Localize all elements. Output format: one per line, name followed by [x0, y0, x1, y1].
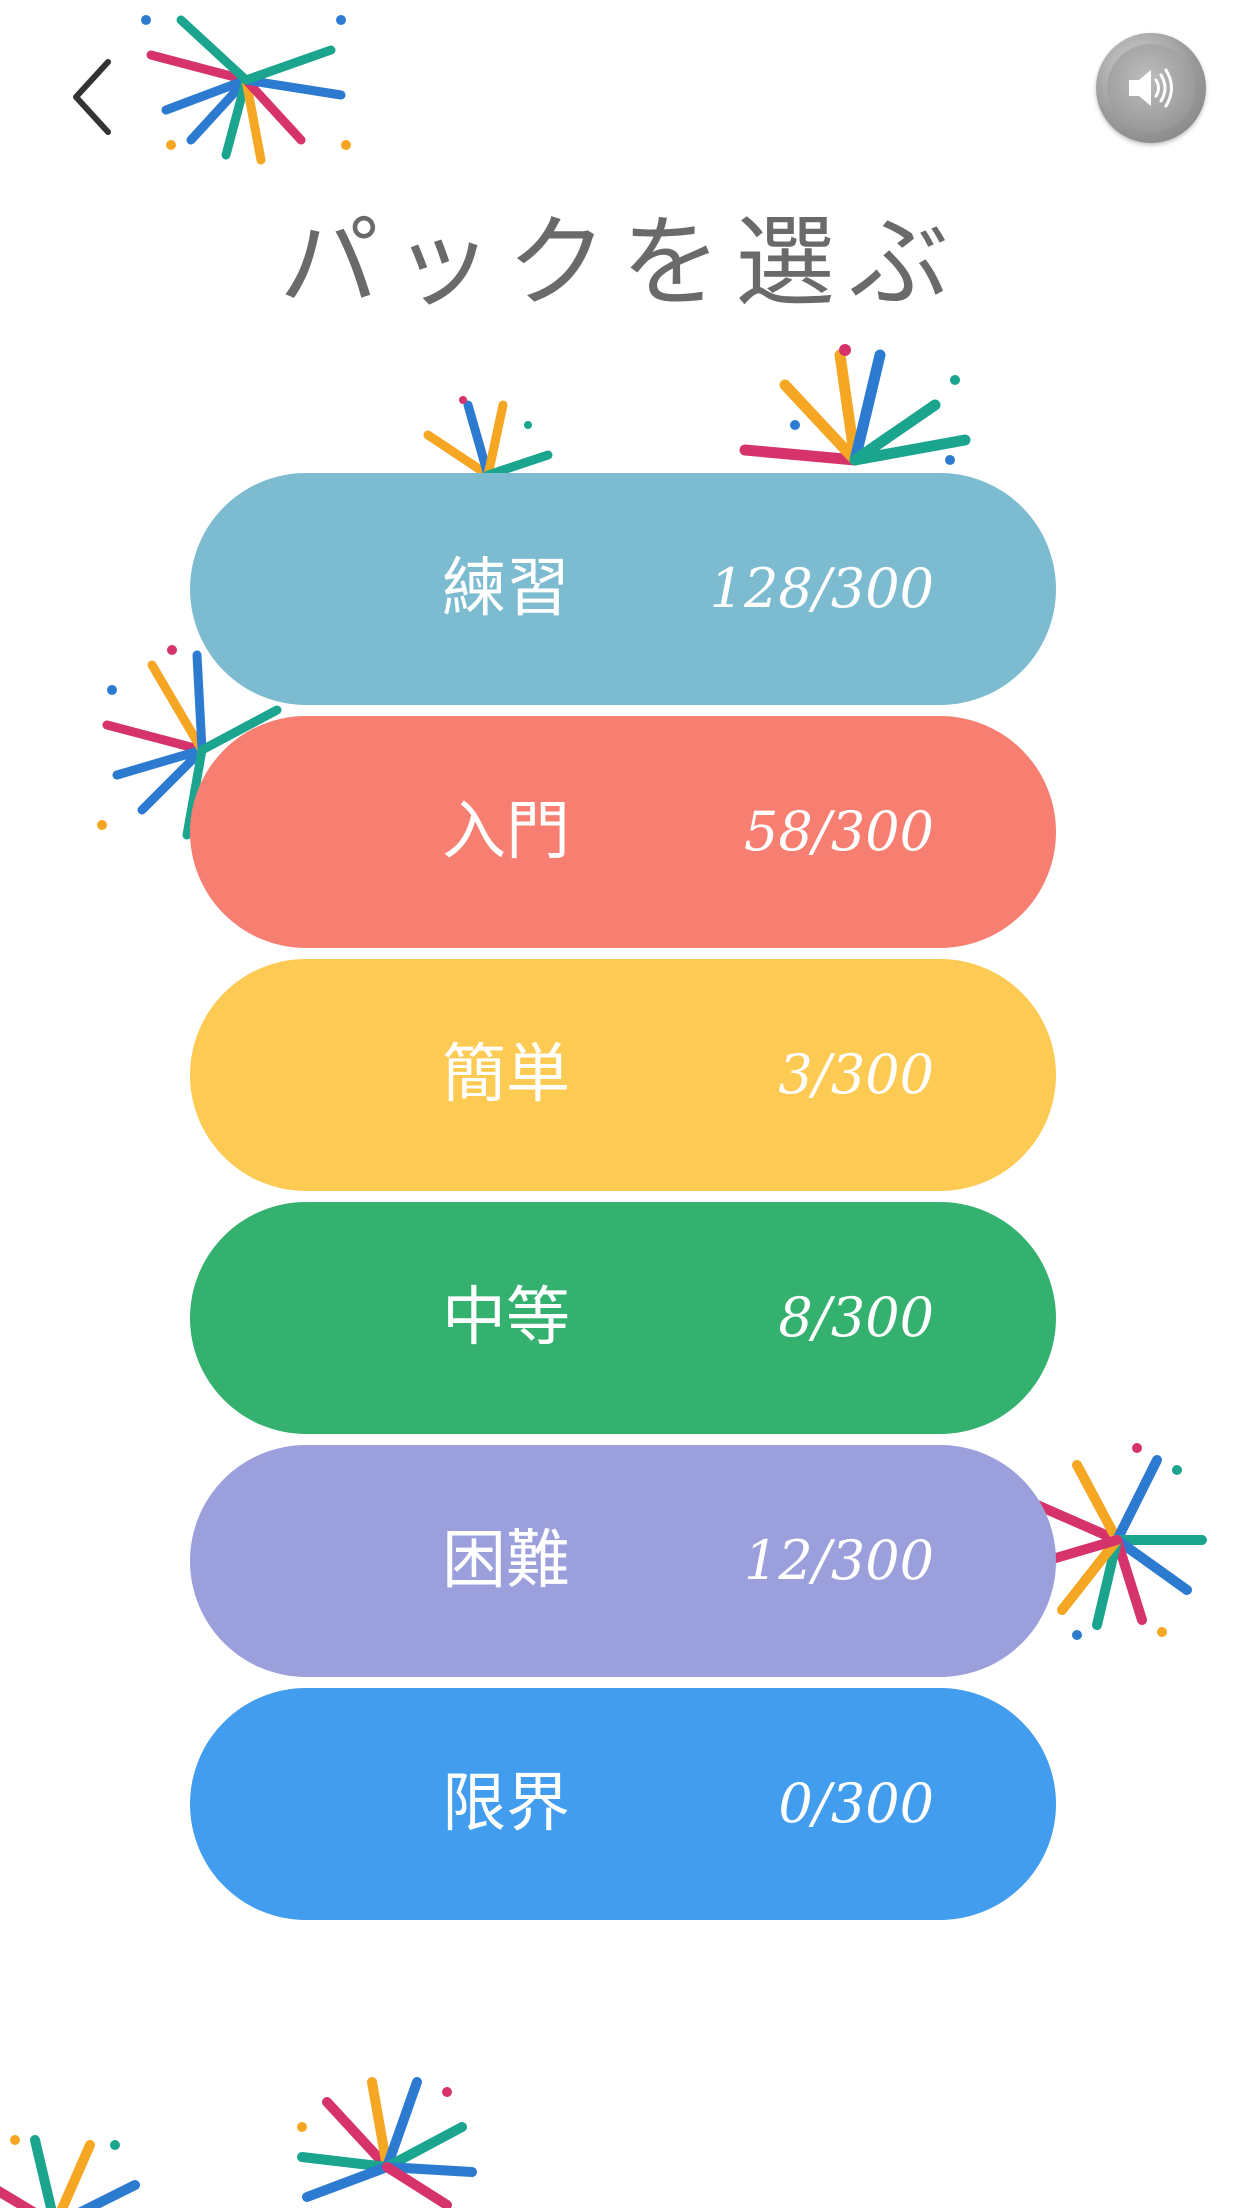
pack-list: 練習 128/300 入門 58/300 簡単 3/300 中等 8/300 困…	[190, 473, 1056, 1931]
pack-name: 入門	[442, 795, 570, 869]
firework-icon	[739, 344, 971, 466]
sound-toggle-button[interactable]	[1096, 33, 1206, 143]
chevron-left-icon	[73, 59, 111, 135]
pack-button-beginner[interactable]: 入門 58/300	[190, 716, 1056, 948]
pack-button-medium[interactable]: 中等 8/300	[190, 1202, 1056, 1434]
pack-progress: 3/300	[778, 1043, 934, 1106]
pack-name: 限界	[442, 1767, 570, 1841]
page-title: パックを選ぶ	[279, 204, 963, 321]
back-button[interactable]	[58, 52, 138, 142]
firework-icon	[423, 396, 553, 480]
pack-button-practice[interactable]: 練習 128/300	[190, 473, 1056, 705]
pack-name: 練習	[442, 552, 570, 626]
pack-name: 困難	[442, 1524, 570, 1598]
pack-name: 簡単	[442, 1038, 570, 1112]
pack-progress: 0/300	[778, 1772, 934, 1835]
sound-button-face	[1107, 44, 1195, 132]
pack-button-limit[interactable]: 限界 0/300	[190, 1688, 1056, 1920]
pack-name: 中等	[442, 1281, 570, 1355]
pack-progress: 128/300	[709, 557, 934, 620]
firework-icon	[297, 2077, 477, 2208]
pack-button-hard[interactable]: 困難 12/300	[190, 1445, 1056, 1677]
firework-icon	[141, 15, 351, 165]
pack-button-easy[interactable]: 簡単 3/300	[190, 959, 1056, 1191]
pack-progress: 12/300	[744, 1529, 934, 1592]
pack-progress: 8/300	[778, 1286, 934, 1349]
speaker-icon	[1129, 68, 1173, 108]
firework-icon	[0, 2135, 140, 2208]
pack-progress: 58/300	[744, 800, 934, 863]
